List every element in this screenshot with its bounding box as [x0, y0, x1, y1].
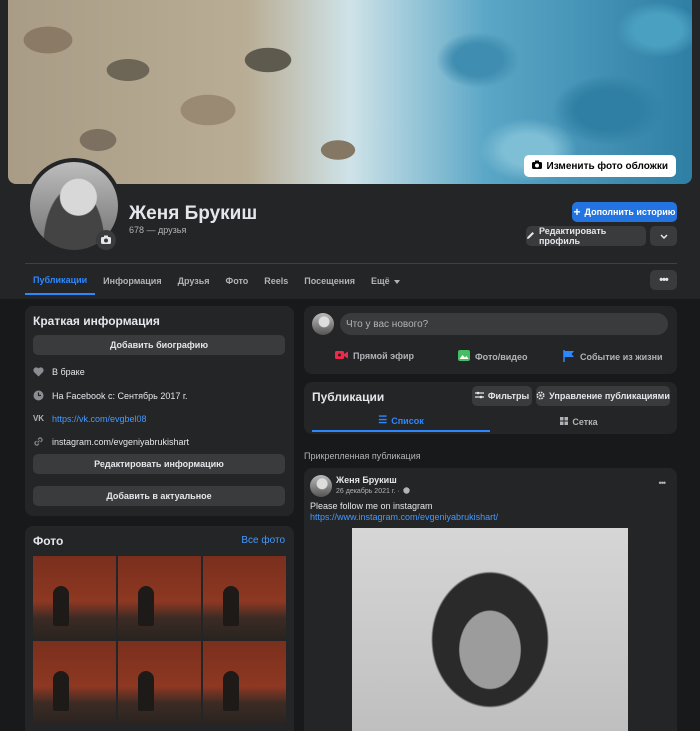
clock-icon [33, 390, 44, 401]
manage-posts-button[interactable]: Управление публикациями [536, 386, 670, 406]
relationship-text: В браке [52, 366, 85, 377]
list-view-tab[interactable]: ☰ Список [312, 411, 490, 432]
grid-view-label: Сетка [572, 416, 598, 427]
video-camera-icon [335, 350, 348, 362]
user-avatar[interactable] [312, 313, 334, 335]
composer-input[interactable]: Что у вас нового? [340, 313, 668, 335]
photo-thumbnail[interactable] [203, 641, 286, 724]
instagram-text[interactable]: instagram.com/evgeniyabrukishart [52, 437, 189, 447]
more-dots-icon: ••• [659, 274, 669, 286]
photos-card: Фото Все фото [25, 526, 294, 731]
posts-header-card: Публикации Фильтры Управление публикация… [304, 382, 677, 434]
add-story-label: Дополнить историю [584, 207, 676, 217]
tab-about[interactable]: Информация [95, 266, 169, 295]
tab-checkins[interactable]: Посещения [296, 266, 363, 295]
post-link[interactable]: https://www.instagram.com/evgeniyabrukis… [310, 512, 498, 522]
profile-tabs: Публикации Информация Друзья Фото Reels … [25, 266, 408, 297]
posts-title: Публикации [312, 390, 385, 404]
edit-cover-button[interactable]: Изменить фото обложки [523, 155, 676, 177]
post-date[interactable]: 26 декабрь 2021 г. · [336, 488, 400, 495]
tabs-more-button[interactable]: ••• [650, 270, 677, 290]
flag-icon [563, 350, 575, 364]
gear-icon [536, 390, 545, 402]
list-view-label: Список [391, 415, 424, 426]
photo-icon [458, 350, 470, 363]
relationship-row: В браке [33, 366, 85, 377]
photos-title: Фото [33, 534, 64, 548]
profile-dropdown-button[interactable] [650, 226, 677, 246]
post-options-button[interactable]: ••• [659, 478, 667, 488]
grid-icon [560, 416, 569, 427]
tab-photos[interactable]: Фото [218, 266, 257, 295]
life-event-button[interactable]: Событие из жизни [563, 350, 663, 364]
photo-video-button[interactable]: Фото/видео [458, 350, 528, 363]
post-meta: 26 декабрь 2021 г. · [336, 487, 410, 496]
life-event-label: Событие из жизни [580, 352, 663, 362]
vk-icon: VK [32, 414, 45, 423]
see-all-photos-link[interactable]: Все фото [241, 535, 285, 546]
link-icon [33, 436, 44, 447]
camera-icon [101, 231, 111, 249]
edit-info-button[interactable]: Редактировать информацию [33, 454, 285, 474]
composer-card: Что у вас нового? Прямой эфир Фото/видео… [304, 306, 677, 374]
grid-view-tab[interactable]: Сетка [490, 411, 668, 432]
caret-down-icon [393, 276, 400, 286]
list-icon: ☰ [378, 415, 388, 426]
tab-reels[interactable]: Reels [256, 266, 296, 295]
pinned-post: Женя Брукиш 26 декабрь 2021 г. · ••• Ple… [304, 468, 677, 731]
live-video-button[interactable]: Прямой эфир [335, 350, 414, 362]
joined-text: На Facebook с: Сентябрь 2017 г. [52, 390, 188, 401]
filters-label: Фильтры [487, 391, 530, 401]
vk-row: VK https://vk.com/evgbel08 [33, 413, 147, 424]
intro-card: Краткая информация Добавить биографию В … [25, 306, 294, 516]
photo-thumbnail[interactable] [118, 641, 201, 724]
photo-thumbnail[interactable] [33, 641, 116, 724]
post-author-avatar[interactable] [310, 475, 332, 497]
photo-thumbnail[interactable] [118, 556, 201, 639]
vk-link[interactable]: https://vk.com/evgbel08 [52, 414, 147, 424]
live-label: Прямой эфир [353, 351, 415, 361]
sliders-icon [474, 391, 484, 401]
edit-profile-label: Редактировать профиль [539, 226, 607, 246]
plus-icon: + [573, 205, 581, 219]
pinned-label: Прикрепленная публикация [304, 451, 421, 461]
joined-row: На Facebook с: Сентябрь 2017 г. [33, 390, 188, 401]
intro-title: Краткая информация [33, 314, 160, 328]
friends-count[interactable]: 678 — друзья [129, 225, 186, 235]
tab-more[interactable]: Ещё [363, 266, 408, 295]
manage-posts-label: Управление публикациями [549, 391, 670, 401]
instagram-row: instagram.com/evgeniyabrukishart [33, 436, 189, 447]
profile-name: Женя Брукиш [129, 203, 258, 224]
chevron-down-icon [659, 231, 668, 241]
tab-more-label: Ещё [370, 275, 390, 286]
post-image[interactable] [352, 528, 628, 731]
post-text: Please follow me on instagram [310, 501, 433, 511]
pencil-icon [526, 231, 535, 242]
avatar-camera-button[interactable] [96, 230, 116, 250]
tab-posts[interactable]: Публикации [25, 266, 96, 295]
photo-video-label: Фото/видео [475, 351, 528, 362]
photo-thumbnail[interactable] [33, 556, 116, 639]
tab-friends[interactable]: Друзья [170, 266, 218, 295]
add-featured-button[interactable]: Добавить в актуальное [33, 486, 285, 506]
post-author-name[interactable]: Женя Брукиш [336, 475, 397, 485]
edit-cover-label: Изменить фото обложки [546, 160, 668, 172]
photo-thumbnail[interactable] [203, 556, 286, 639]
header-divider [25, 263, 677, 264]
camera-icon [531, 160, 542, 172]
add-bio-button[interactable]: Добавить биографию [33, 335, 285, 355]
filters-button[interactable]: Фильтры [472, 386, 532, 406]
add-story-button[interactable]: + Дополнить историю [572, 202, 677, 222]
globe-icon [403, 487, 410, 496]
heart-icon [33, 366, 44, 377]
edit-profile-button[interactable]: Редактировать профиль [526, 226, 646, 246]
